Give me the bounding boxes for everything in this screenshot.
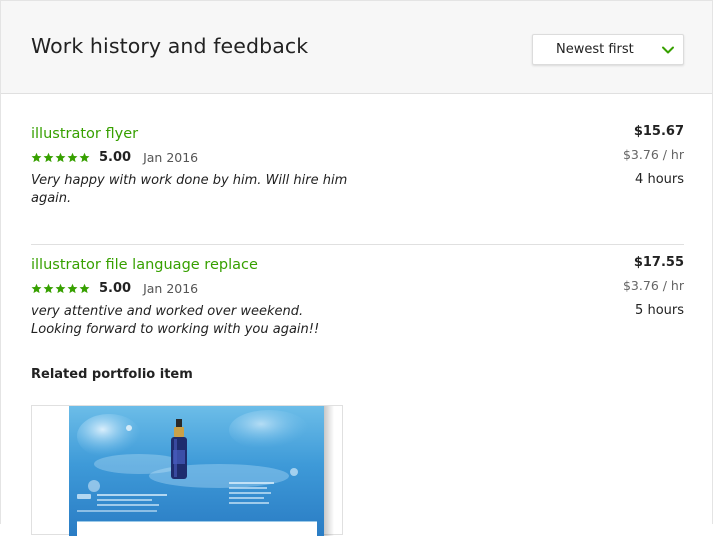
job-amount: $17.55 [633,255,684,270]
star-icon [43,283,54,293]
job-title-link[interactable]: illustrator flyer [31,126,138,142]
star-icon [67,283,78,293]
feedback-text: Very happy with work done by him. Will h… [31,173,348,206]
rating-row: 5.00 Jan 2016 [31,149,199,165]
thumbnail-shadow [324,406,334,536]
hours-worked: 4 hours [635,172,684,187]
star-icon [79,283,90,293]
portfolio-thumbnail[interactable] [31,405,343,536]
sort-selected-label: Newest first [556,42,634,57]
hours-worked: 5 hours [635,303,684,318]
chevron-down-icon [662,46,674,54]
star-icon [43,152,54,162]
star-icon [55,152,66,162]
star-icon [67,152,78,162]
job-date: Jan 2016 [143,149,199,165]
job-date: Jan 2016 [143,280,199,296]
hourly-rate: $3.76 / hr [622,278,684,293]
star-icon [31,283,42,293]
rating-score: 5.00 [99,149,132,165]
page-title: Work history and feedback [31,34,309,58]
star-icon [55,283,66,293]
sort-dropdown[interactable]: Newest first [532,34,684,65]
job-title-link[interactable]: illustrator file language replace [31,257,258,273]
portfolio-heading: Related portfolio item [31,367,193,382]
rating-score: 5.00 [99,280,132,296]
divider [31,244,684,245]
rating-row: 5.00 Jan 2016 [31,280,199,296]
star-rating [31,152,90,163]
feedback-text: very attentive and worked over weekend. … [31,304,320,337]
hourly-rate: $3.76 / hr [622,147,684,162]
star-icon [31,152,42,162]
star-rating [31,283,90,294]
job-amount: $15.67 [633,124,684,139]
panel-header: Work history and feedback Newest first [1,1,712,94]
portfolio-image [69,406,324,536]
work-history-panel: Work history and feedback Newest first i… [0,0,713,536]
star-icon [79,152,90,162]
